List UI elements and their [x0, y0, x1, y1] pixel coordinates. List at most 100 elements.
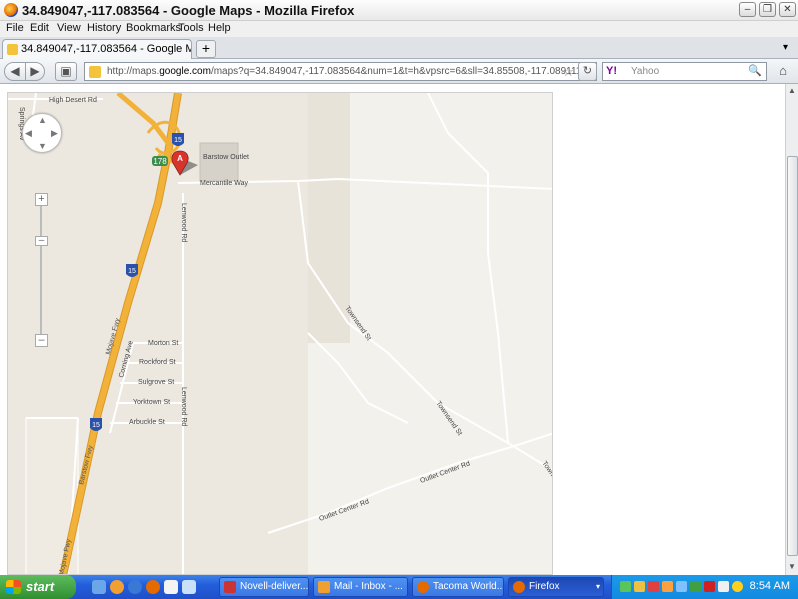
task-novell[interactable]: Novell-deliver...: [219, 577, 309, 597]
tab-google-maps[interactable]: 34.849047,-117.083564 - Google Maps: [2, 39, 192, 59]
firefox-icon: [513, 581, 525, 593]
tray-network-icon[interactable]: [620, 581, 631, 592]
start-label: start: [26, 579, 55, 594]
home-button[interactable]: ⌂: [772, 62, 794, 81]
reload-icon: ↻: [582, 65, 593, 77]
bookmark-manager-button[interactable]: ▣: [55, 62, 77, 81]
svg-text:178: 178: [153, 157, 167, 166]
quicklaunch-mail-icon[interactable]: [110, 580, 124, 594]
menu-bookmarks[interactable]: Bookmarks: [126, 22, 181, 34]
scroll-down-icon[interactable]: ▼: [788, 562, 796, 571]
menu-file[interactable]: File: [6, 22, 24, 34]
label-yorktown-st: Yorktown St: [133, 399, 170, 406]
task-group-chevron-icon: ▾: [595, 582, 600, 591]
zoom-in-button[interactable]: +: [35, 193, 48, 206]
label-mercantile-way: Mercantile Way: [200, 180, 248, 187]
pan-up-icon[interactable]: ▲: [38, 115, 47, 125]
svg-text:15: 15: [128, 268, 136, 275]
printer-icon: ▣: [60, 64, 72, 78]
page-content: 178 15 15 15 High Desert Rd Springs Av M…: [0, 84, 798, 575]
route-178-shield: 178: [152, 156, 168, 166]
google-maps-favicon-icon: [7, 44, 18, 55]
url-prefix: http://maps.: [107, 66, 160, 77]
google-map[interactable]: 178 15 15 15 High Desert Rd Springs Av M…: [7, 92, 553, 575]
menu-history[interactable]: History: [87, 22, 121, 34]
marker-label: A: [177, 154, 183, 163]
task-firefox[interactable]: Firefox ▾: [508, 577, 604, 597]
zoom-slider-handle[interactable]: –: [35, 236, 48, 246]
label-sulgrove-st: Sulgrove St: [138, 379, 174, 386]
zoom-slider-track[interactable]: [40, 205, 42, 345]
label-high-desert-rd: High Desert Rd: [49, 97, 97, 104]
quicklaunch-app-icon[interactable]: [182, 580, 196, 594]
yahoo-engine-icon[interactable]: Y!: [606, 63, 617, 80]
navigation-toolbar: ◀ ▶ ▣ http://maps.google.com/maps?q=34.8…: [0, 59, 798, 84]
tray-help-icon[interactable]: [732, 581, 743, 592]
scrollbar-thumb[interactable]: [787, 156, 798, 556]
minimize-button[interactable]: –: [739, 2, 756, 17]
pan-right-icon[interactable]: ▶: [51, 128, 58, 139]
window-title: 34.849047,-117.083564 - Google Maps - Mo…: [22, 3, 355, 18]
task-label: Firefox: [529, 581, 560, 592]
forward-button[interactable]: ▶: [25, 62, 45, 81]
tab-list-chevron-icon[interactable]: ▾: [783, 42, 788, 53]
label-lenwood-rd-top: Lenwood Rd: [180, 203, 187, 242]
quicklaunch-ie-icon[interactable]: [128, 580, 142, 594]
menu-help[interactable]: Help: [208, 22, 231, 34]
tray-settings-icon[interactable]: [718, 581, 729, 592]
tray-app-icon[interactable]: [690, 581, 701, 592]
zoom-out-button[interactable]: –: [35, 334, 48, 347]
taskbar-clock[interactable]: 8:54 AM: [750, 580, 790, 592]
bookmark-star-icon[interactable]: ☆: [562, 63, 574, 80]
interstate-15-shield-mid: 15: [126, 264, 138, 277]
tray-security-icon[interactable]: [634, 581, 645, 592]
firefox-icon: [417, 581, 429, 593]
tray-update-icon[interactable]: [662, 581, 673, 592]
tray-volume-icon[interactable]: [676, 581, 687, 592]
tray-n-icon[interactable]: [704, 581, 715, 592]
pan-left-icon[interactable]: ◀: [25, 128, 32, 139]
search-placeholder: Yahoo: [631, 66, 660, 77]
label-morton-st: Morton St: [148, 340, 178, 347]
page-scrollbar[interactable]: ▲ ▼: [785, 84, 798, 575]
windows-taskbar: start Novell-deliver... Mail - Inbox - .…: [0, 575, 798, 599]
task-mail-inbox[interactable]: Mail - Inbox - ...: [313, 577, 408, 597]
label-barstow-outlet: Barstow Outlet: [203, 154, 249, 161]
url-domain: google.com: [159, 66, 211, 77]
map-canvas[interactable]: 178 15 15 15 High Desert Rd Springs Av M…: [8, 93, 553, 575]
pan-down-icon[interactable]: ▼: [38, 141, 47, 151]
back-button[interactable]: ◀: [4, 62, 26, 81]
menu-edit[interactable]: Edit: [30, 22, 49, 34]
start-button[interactable]: start: [0, 575, 76, 599]
task-label: Mail - Inbox - ...: [334, 581, 403, 592]
quicklaunch-pdf-icon[interactable]: [164, 580, 178, 594]
label-arbuckle-st: Arbuckle St: [129, 419, 165, 426]
novell-icon: [224, 581, 236, 593]
maximize-button[interactable]: ❐: [759, 2, 776, 17]
firefox-icon: [4, 3, 18, 17]
menu-tools[interactable]: Tools: [178, 22, 204, 34]
svg-text:15: 15: [174, 137, 182, 144]
new-tab-button[interactable]: +: [196, 40, 216, 58]
close-button[interactable]: ✕: [779, 2, 796, 17]
search-bar[interactable]: Y! Yahoo 🔍: [602, 62, 767, 81]
pan-control[interactable]: ▲ ▼ ◀ ▶: [22, 113, 62, 153]
tray-alert-icon[interactable]: [648, 581, 659, 592]
svg-text:15: 15: [92, 422, 100, 429]
quicklaunch-firefox-icon[interactable]: [146, 580, 160, 594]
task-label: Tacoma World...: [433, 581, 504, 592]
site-identity-icon: [89, 66, 101, 78]
home-icon: ⌂: [779, 63, 787, 78]
reload-button[interactable]: ↻: [578, 62, 597, 81]
url-bar[interactable]: http://maps.google.com/maps?q=34.849047,…: [84, 62, 597, 81]
label-lenwood-rd-bottom: Lenwood Rd: [180, 387, 187, 426]
forward-arrow-icon: ▶: [30, 64, 40, 78]
task-tacoma-world[interactable]: Tacoma World...: [412, 577, 504, 597]
interstate-15-shield-top: 15: [172, 133, 184, 146]
search-magnifier-icon[interactable]: 🔍: [748, 63, 762, 80]
menu-bar: File Edit View History Bookmarks Tools H…: [0, 21, 798, 37]
scroll-up-icon[interactable]: ▲: [788, 86, 796, 95]
menu-view[interactable]: View: [57, 22, 81, 34]
show-desktop-icon[interactable]: [92, 580, 106, 594]
outlet-building: [199, 142, 239, 182]
